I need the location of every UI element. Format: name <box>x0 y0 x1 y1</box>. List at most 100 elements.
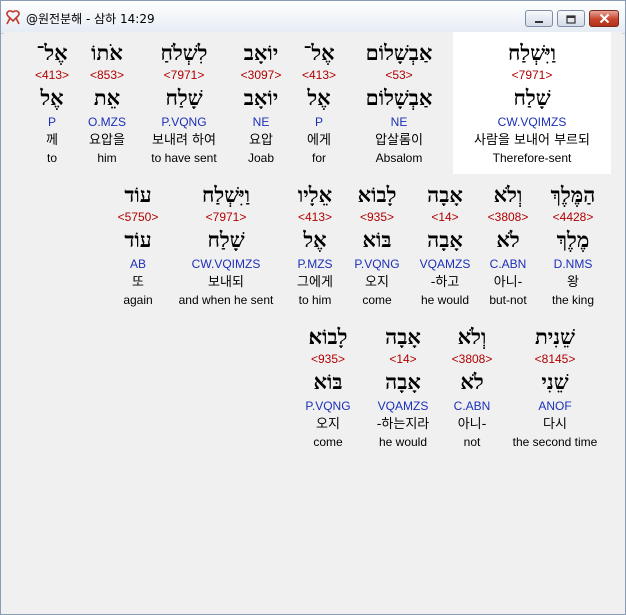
english-gloss: the second time <box>512 435 598 449</box>
korean-gloss: -하고 <box>430 275 460 290</box>
hebrew-word: אֹתוֹ <box>91 40 123 65</box>
korean-gloss: 오지 <box>316 417 340 432</box>
strong-number[interactable]: <7971> <box>140 68 228 82</box>
korean-gloss: -하는지라 <box>376 417 430 432</box>
hebrew-lemma: אֶל <box>40 85 64 110</box>
korean-gloss: 아니- <box>493 275 523 290</box>
morphology-code: C.ABN <box>453 399 491 413</box>
strong-number[interactable]: <3097> <box>234 68 288 82</box>
hebrew-lemma: אֶל <box>307 85 331 110</box>
korean-gloss: 그에게 <box>297 275 333 290</box>
strong-number[interactable]: <3808> <box>480 210 536 224</box>
hebrew-word: אֶל־ <box>303 40 335 65</box>
strong-number[interactable]: <413> <box>30 68 74 82</box>
word-cell[interactable]: הַמֶּלֶךְ <4428> מֶלֶךְ D.NMS 왕 the king <box>541 174 605 316</box>
korean-gloss: 압살롬이 <box>375 133 423 148</box>
strong-number[interactable]: <8145> <box>507 352 603 366</box>
strong-number[interactable]: <413> <box>287 210 343 224</box>
strong-number[interactable]: <413> <box>296 68 342 82</box>
morphology-code: NE <box>390 115 408 129</box>
window-title: @원전분해 - 삼하 14:29 <box>26 12 155 26</box>
english-gloss: he would <box>420 293 470 307</box>
word-cell[interactable]: אֹתוֹ <853> אֵת O.MZS 요압을 him <box>82 32 132 174</box>
word-cell[interactable]: לָבוֹא <935> בּוֹא P.VQNG 오지 come <box>349 174 405 316</box>
hebrew-lemma: יוֹאָב <box>243 85 279 110</box>
word-cell[interactable]: וַיִּשְׁלַח <7971> שָׁלַח CW.VQIMZS 보내되 … <box>172 174 280 316</box>
morphology-code: P <box>314 115 323 129</box>
morphology-code: VQAMZS <box>419 257 471 271</box>
word-cell[interactable]: וְלֹא <3808> לֹא C.ABN 아니- not <box>444 316 500 458</box>
word-cell[interactable]: לָבוֹא׃ <935> בּוֹא P.VQNG 오지 come <box>298 316 358 458</box>
korean-gloss: 왕 <box>567 275 579 290</box>
korean-gloss: 요압을 <box>89 133 125 148</box>
hebrew-word: אָבָה <box>385 324 421 349</box>
english-gloss: again <box>123 293 153 307</box>
word-cell[interactable]: אֶל־ <413> אֶל P 께 to <box>30 32 74 174</box>
morphology-code: AB <box>129 257 146 271</box>
hebrew-word: לָבוֹא׃ <box>308 324 348 349</box>
english-gloss: and when he sent <box>178 293 274 307</box>
maximize-button[interactable] <box>557 10 585 27</box>
word-cell[interactable]: אֶל־ <413> אֶל P 에게 for <box>296 32 342 174</box>
close-icon <box>599 9 610 28</box>
minimize-button[interactable] <box>525 10 553 27</box>
title-bar[interactable]: @원전분해 - 삼하 14:29 <box>1 1 625 34</box>
word-cell[interactable]: אָבָה <14> אָבָה VQAMZS -하고 he would <box>414 174 476 316</box>
word-cell[interactable]: עוֹד <5750> עוֹד AB 또 again <box>112 174 164 316</box>
strong-number[interactable]: <14> <box>368 352 438 366</box>
english-gloss: he would <box>378 435 428 449</box>
morphology-code: O.MZS <box>88 115 126 129</box>
strong-number[interactable]: <853> <box>82 68 132 82</box>
strong-number[interactable]: <7971> <box>172 210 280 224</box>
hebrew-lemma: לֹא <box>496 227 520 252</box>
word-cell[interactable]: אָבָה <14> אָבָה VQAMZS -하는지라 he would <box>368 316 438 458</box>
english-gloss: him <box>97 151 117 165</box>
close-button[interactable] <box>589 10 619 27</box>
morphology-code: C.ABN <box>489 257 527 271</box>
morphology-code: CW.VQIMZS <box>191 257 261 271</box>
strong-number[interactable]: <4428> <box>541 210 605 224</box>
strong-number[interactable]: <5750> <box>112 210 164 224</box>
strong-number[interactable]: <7971> <box>453 68 611 82</box>
hebrew-word: וְלֹא <box>457 324 487 349</box>
word-cell[interactable]: יוֹאָב <3097> יוֹאָב NE 요압 Joab <box>234 32 288 174</box>
hebrew-word: אָבָה <box>427 182 463 207</box>
morphology-code: P <box>47 115 56 129</box>
strong-number[interactable]: <53> <box>353 68 445 82</box>
korean-gloss: 께 <box>46 133 58 148</box>
english-gloss: but-not <box>489 293 527 307</box>
korean-gloss: 에게 <box>307 133 331 148</box>
morphology-code: CW.VQIMZS <box>497 115 567 129</box>
morphology-code: P.VQNG <box>161 115 207 129</box>
maximize-icon <box>566 9 576 28</box>
word-cell[interactable]: אַבְשָׁלוֹם <53> אַבְשָׁלוֹם NE 압살롬이 Abs… <box>353 32 445 174</box>
hebrew-word: וַיִּשְׁלַח <box>508 40 556 65</box>
strong-number[interactable]: <3808> <box>444 352 500 366</box>
english-gloss: to have sent <box>151 151 217 165</box>
word-cell[interactable]: לִשְׁלֹחַ <7971> שָׁלַח P.VQNG 보내려 하여 to… <box>140 32 228 174</box>
hebrew-word: וְלֹא <box>493 182 523 207</box>
strong-number[interactable]: <935> <box>349 210 405 224</box>
word-cell[interactable]: שֵׁנִית <8145> שֵׁנִי ANOF 다시 the second… <box>507 316 603 458</box>
korean-gloss: 오지 <box>365 275 389 290</box>
word-cell[interactable]: אֵלָיו <413> אֶל P.MZS 그에게 to him <box>287 174 343 316</box>
hebrew-lemma: אָבָה <box>385 369 421 394</box>
english-gloss: to <box>46 151 57 165</box>
word-cell[interactable]: וַיִּשְׁלַח <7971> שָׁלַח CW.VQIMZS 사람을 … <box>453 32 611 174</box>
minimize-icon <box>534 9 544 28</box>
english-gloss: not <box>463 435 481 449</box>
hebrew-word: אֵלָיו <box>297 182 333 207</box>
english-gloss: Therefore-sent <box>492 151 572 165</box>
english-gloss: come <box>313 435 343 449</box>
morphology-code: NE <box>252 115 270 129</box>
word-cell[interactable]: וְלֹא <3808> לֹא C.ABN 아니- but-not <box>480 174 536 316</box>
strong-number[interactable]: <14> <box>414 210 476 224</box>
hebrew-lemma: מֶלֶךְ <box>556 227 590 252</box>
strong-number[interactable]: <935> <box>298 352 358 366</box>
korean-gloss: 또 <box>132 275 144 290</box>
hebrew-lemma: שָׁלַח <box>513 85 551 110</box>
hebrew-lemma: שֵׁנִי <box>541 369 569 394</box>
ribbon-icon[interactable] <box>5 9 21 25</box>
hebrew-lemma: אָבָה <box>427 227 463 252</box>
hebrew-lemma: אַבְשָׁלוֹם <box>365 85 433 110</box>
